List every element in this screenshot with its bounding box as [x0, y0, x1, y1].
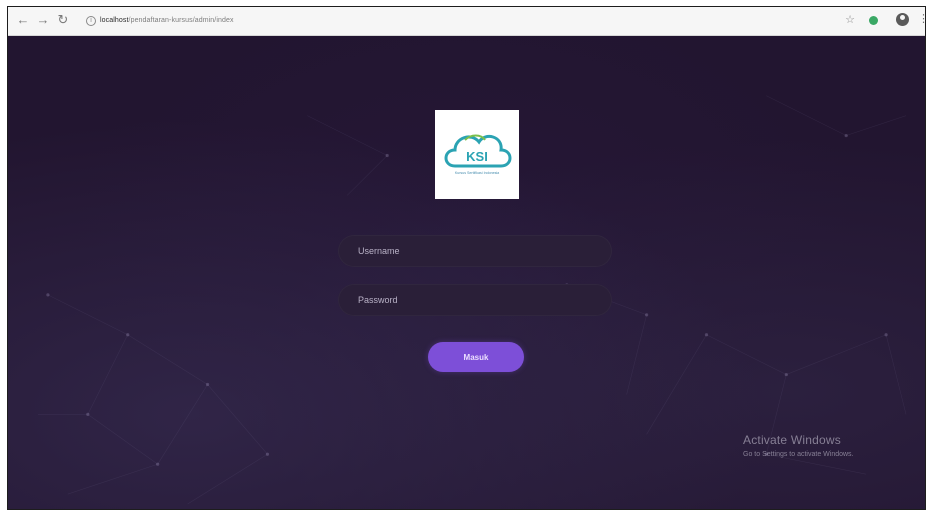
logo-initials: KSI	[466, 149, 488, 164]
forward-icon[interactable]: →	[36, 13, 50, 27]
cloud-logo-icon: KSI Kursus Sertifikasi Indonesia	[444, 134, 512, 175]
login-button[interactable]: Masuk	[428, 342, 524, 372]
url-path: /pendaftaran-kursus/admin/index	[128, 17, 234, 24]
profile-icon[interactable]	[896, 13, 909, 26]
ksi-logo: KSI Kursus Sertifikasi Indonesia	[435, 110, 519, 199]
browser-window: ← → ↻ i localhost/pendaftaran-kursus/adm…	[7, 6, 926, 510]
password-field[interactable]	[338, 284, 612, 316]
password-input[interactable]	[356, 294, 612, 306]
site-info-icon[interactable]: i	[86, 15, 96, 26]
kebab-menu-icon[interactable]: ⋮	[918, 13, 925, 27]
extension-dot-icon[interactable]	[869, 16, 878, 25]
username-field[interactable]	[338, 235, 612, 267]
logo-tagline: Kursus Sertifikasi Indonesia	[455, 171, 499, 175]
username-input[interactable]	[356, 245, 612, 257]
watermark-subtitle: Go to Settings to activate Windows.	[743, 451, 854, 458]
star-icon[interactable]: ☆	[845, 14, 855, 26]
address-bar[interactable]: i localhost/pendaftaran-kursus/admin/ind…	[86, 12, 234, 29]
reload-icon[interactable]: ↻	[56, 13, 70, 27]
browser-toolbar: ← → ↻ i localhost/pendaftaran-kursus/adm…	[8, 7, 925, 36]
url-text[interactable]: localhost/pendaftaran-kursus/admin/index	[100, 17, 234, 24]
watermark-title: Activate Windows	[743, 433, 841, 447]
url-host: localhost	[100, 17, 129, 24]
back-icon[interactable]: ←	[16, 13, 30, 27]
activate-windows-watermark: Activate Windows Go to Settings to activ…	[743, 433, 854, 458]
login-page: KSI Kursus Sertifikasi Indonesia Masuk A…	[8, 36, 925, 509]
